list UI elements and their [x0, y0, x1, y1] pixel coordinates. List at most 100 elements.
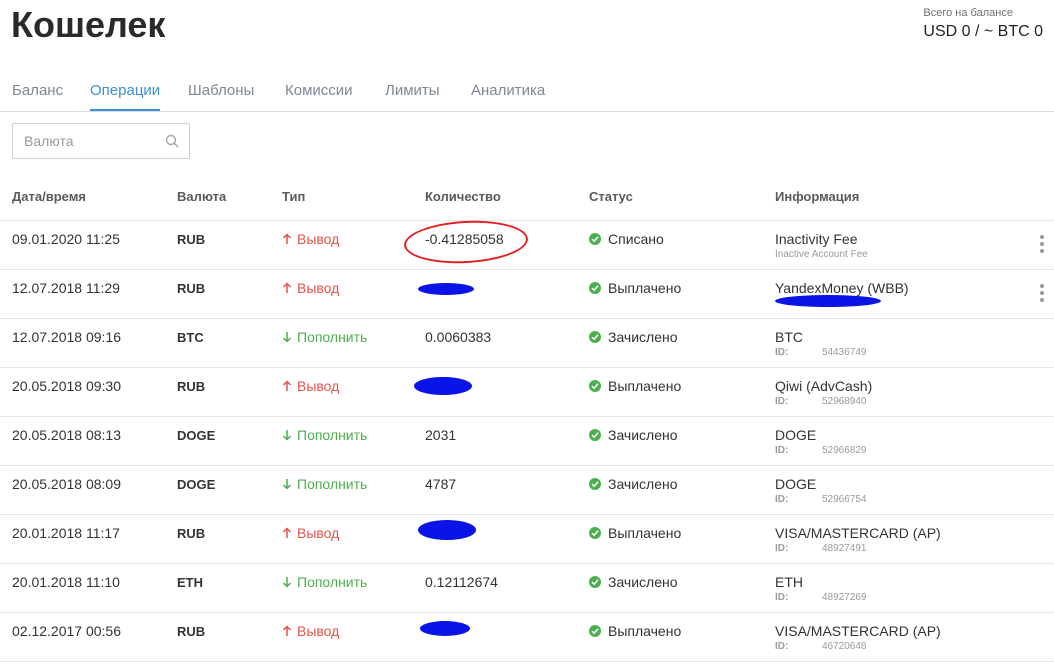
- row-date: 12.07.2018 11:29: [12, 280, 120, 296]
- row-type: Пополнить: [282, 574, 367, 590]
- row-currency: RUB: [177, 624, 206, 639]
- check-circle-icon: [589, 527, 601, 539]
- row-type-label: Вывод: [297, 378, 340, 394]
- page-title: Кошелек: [11, 4, 166, 45]
- tab-balance[interactable]: Баланс: [12, 82, 63, 109]
- row-info: VISA/MASTERCARD (AP) ID: 48927491: [775, 525, 941, 554]
- row-date: 20.05.2018 08:09: [12, 476, 121, 492]
- row-type-label: Вывод: [297, 231, 340, 247]
- tab-analytics[interactable]: Аналитика: [471, 82, 545, 109]
- currency-search-input[interactable]: [13, 124, 174, 158]
- redaction-mark: [418, 283, 474, 295]
- row-status-label: Зачислено: [608, 574, 678, 590]
- table-row[interactable]: 20.01.2018 11:17 RUB Вывод Выплачено VISA/MA…: [0, 515, 1054, 564]
- row-type: Вывод: [282, 525, 339, 541]
- info-id-value: 48927269: [822, 592, 867, 603]
- info-id-value: 46720648: [822, 641, 867, 652]
- column-header-date[interactable]: Дата/время: [12, 189, 86, 204]
- info-id-value: 52968940: [822, 396, 867, 407]
- column-header-currency[interactable]: Валюта: [177, 189, 226, 204]
- more-vertical-icon[interactable]: [1039, 235, 1045, 255]
- check-circle-icon: [589, 576, 601, 588]
- redaction-mark: [418, 520, 476, 540]
- info-title: VISA/MASTERCARD (AP): [775, 623, 941, 639]
- row-status-label: Выплачено: [608, 378, 682, 394]
- row-status: Выплачено: [589, 280, 681, 296]
- row-type-label: Пополнить: [297, 329, 368, 345]
- row-status: Выплачено: [589, 623, 681, 639]
- row-status: Выплачено: [589, 525, 681, 541]
- row-status: Выплачено: [589, 378, 681, 394]
- tab-bar: Баланс Операции Шаблоны Комиссии Лимиты …: [0, 80, 1054, 112]
- column-header-amount[interactable]: Количество: [425, 189, 501, 204]
- arrow-up-icon: [282, 625, 292, 636]
- row-status-label: Зачислено: [608, 329, 678, 345]
- table-row[interactable]: 09.01.2020 11:25 RUB Вывод -0.41285058 Списа…: [0, 221, 1054, 270]
- row-type: Пополнить: [282, 476, 367, 492]
- check-circle-icon: [589, 478, 601, 490]
- arrow-down-icon: [282, 577, 292, 588]
- info-id-label: ID:: [775, 494, 789, 505]
- column-header-info[interactable]: Информация: [775, 189, 859, 204]
- row-amount: 4787: [425, 476, 457, 492]
- info-id-label: ID:: [775, 347, 789, 358]
- row-type-label: Пополнить: [297, 476, 368, 492]
- more-vertical-icon[interactable]: [1039, 284, 1045, 304]
- info-title: YandexMoney (WBB): [775, 280, 909, 296]
- row-info: Qiwi (AdvCash) ID: 52968940: [775, 378, 872, 407]
- row-amount: 0.12112674: [425, 574, 498, 590]
- table-row[interactable]: 12.07.2018 09:16 BTC Пополнить 0.0060383 Зач…: [0, 319, 1054, 368]
- row-status-label: Выплачено: [608, 623, 682, 639]
- row-type: Вывод: [282, 280, 339, 296]
- row-info: BTC ID: 54436749: [775, 329, 867, 358]
- arrow-down-icon: [282, 332, 292, 343]
- balance-label: Всего на балансе: [923, 7, 1013, 19]
- info-id-value: 48927491: [822, 543, 867, 554]
- info-title: BTC: [775, 329, 803, 345]
- row-info: ETH ID: 48927269: [775, 574, 867, 603]
- info-id: ID: 48927269: [775, 592, 867, 603]
- tab-fees[interactable]: Комиссии: [285, 82, 353, 109]
- row-info: DOGE ID: 52966829: [775, 427, 867, 456]
- table-row[interactable]: 12.07.2018 11:29 RUB Вывод Выплачено YandexM…: [0, 270, 1054, 319]
- row-type: Вывод: [282, 378, 339, 394]
- table-row[interactable]: 20.05.2018 08:13 DOGE Пополнить 2031 Зачисле…: [0, 417, 1054, 466]
- row-currency: RUB: [177, 232, 206, 247]
- tab-operations[interactable]: Операции: [90, 82, 161, 111]
- info-id: ID: 52966829: [775, 445, 867, 456]
- row-type-label: Вывод: [297, 280, 340, 296]
- table-row[interactable]: 20.05.2018 08:09 DOGE Пополнить 4787 Зачисле…: [0, 466, 1054, 515]
- redaction-mark: [414, 377, 472, 395]
- row-status: Зачислено: [589, 476, 678, 492]
- check-circle-icon: [589, 233, 601, 245]
- tab-limits[interactable]: Лимиты: [385, 82, 440, 109]
- row-currency: ETH: [177, 575, 203, 590]
- table-row[interactable]: 20.05.2018 09:30 RUB Вывод Выплачено Qiwi (A…: [0, 368, 1054, 417]
- search-icon[interactable]: [165, 134, 179, 148]
- row-type-label: Вывод: [297, 525, 340, 541]
- row-currency: DOGE: [177, 477, 216, 492]
- check-circle-icon: [589, 429, 601, 441]
- row-info: VISA/MASTERCARD (AP) ID: 46720648: [775, 623, 941, 652]
- row-status: Зачислено: [589, 427, 678, 443]
- row-status-label: Списано: [608, 231, 664, 247]
- total-balance: Всего на балансе USD 0 / ~ BTC 0: [923, 7, 1043, 41]
- table-row[interactable]: 02.12.2017 00:56 RUB Вывод Выплачено VISA/MA…: [0, 613, 1054, 662]
- arrow-up-icon: [282, 527, 292, 538]
- info-title: DOGE: [775, 427, 817, 443]
- info-id: ID: 52968940: [775, 396, 872, 407]
- row-currency: DOGE: [177, 428, 216, 443]
- row-type: Вывод: [282, 231, 339, 247]
- row-date: 20.05.2018 08:13: [12, 427, 121, 443]
- row-currency: BTC: [177, 330, 204, 345]
- table-row[interactable]: 20.01.2018 11:10 ETH Пополнить 0.12112674 За…: [0, 564, 1054, 613]
- row-currency: RUB: [177, 281, 206, 296]
- info-id-value: 52966829: [822, 445, 867, 456]
- row-date: 20.01.2018 11:10: [12, 574, 120, 590]
- tab-templates[interactable]: Шаблоны: [188, 82, 254, 109]
- column-header-status[interactable]: Статус: [589, 189, 633, 204]
- row-type: Вывод: [282, 623, 339, 639]
- redaction-mark: [420, 621, 470, 636]
- arrow-up-icon: [282, 380, 292, 391]
- column-header-type[interactable]: Тип: [282, 189, 305, 204]
